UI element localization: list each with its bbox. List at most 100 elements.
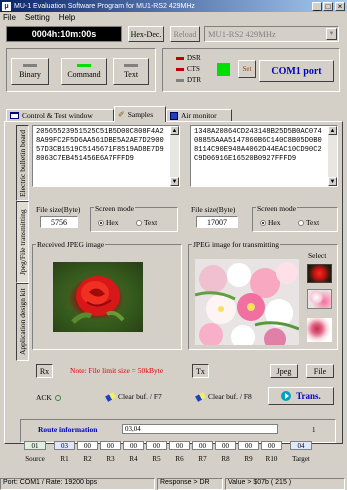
binary-label: Binary <box>19 70 41 79</box>
transmit-screen-mode-label: Screen mode <box>256 204 297 213</box>
cts-indicator: CTS <box>176 65 200 73</box>
clear-transmit-button[interactable]: Clear buf. / F8 <box>195 391 252 402</box>
relay-cell[interactable]: 00 <box>77 441 98 450</box>
ack-label: ACK <box>36 393 52 402</box>
scroll-up-icon[interactable]: ▲ <box>170 126 179 135</box>
status-bar: Port: COM1 / Rate: 19200 bps Response > … <box>0 478 347 490</box>
received-file-size-label: File size(Byte) <box>36 205 81 214</box>
source-cell[interactable]: 01 <box>24 441 46 450</box>
received-hex-radio[interactable]: Hex <box>98 218 119 227</box>
transmit-jpeg-image <box>195 259 299 345</box>
tx-button[interactable]: Tx <box>192 364 209 378</box>
text-led-icon <box>124 64 138 67</box>
relay-cell[interactable]: 00 <box>238 441 259 450</box>
jpeg-button[interactable]: Jpeg <box>270 364 298 378</box>
rx-button[interactable]: Rx <box>36 364 53 378</box>
menu-help[interactable]: Help <box>59 13 75 22</box>
side-tab-bulletin[interactable]: Electric bulletin board <box>16 125 29 201</box>
maximize-button[interactable]: □ <box>323 1 333 11</box>
transmit-file-size-label: File size(Byte) <box>191 205 236 214</box>
route-title: Route information <box>38 425 98 434</box>
transmit-scrollbar[interactable]: ▲ ▼ <box>328 126 337 186</box>
transmit-hex-text[interactable]: 1348A20864CD243148B25D5B0AC07408855AAA51… <box>190 125 338 187</box>
minimize-button[interactable]: _ <box>312 1 322 11</box>
scroll-down-icon[interactable]: ▼ <box>170 177 179 186</box>
menu-file[interactable]: File <box>3 13 16 22</box>
target-label: Target <box>292 455 310 463</box>
status-response: Response > DR <box>157 478 223 490</box>
scroll-up-icon[interactable]: ▲ <box>328 126 337 135</box>
clear-received-button[interactable]: Clear buf. / F7 <box>105 391 162 402</box>
samples-icon: ✐ <box>118 110 125 119</box>
status-port: Port: COM1 / Rate: 19200 bps <box>0 478 155 490</box>
close-button[interactable]: × <box>335 1 345 11</box>
tab-air-monitor-label: Air monitor <box>181 111 217 120</box>
relay-cell[interactable]: 00 <box>192 441 213 450</box>
file-button[interactable]: File <box>306 364 334 378</box>
relay-cell[interactable]: 03 <box>54 441 75 450</box>
set-button[interactable]: Set <box>238 60 256 78</box>
menu-setting[interactable]: Setting <box>25 13 50 22</box>
relay-label: R7 <box>198 455 207 463</box>
thumbnail-flowers[interactable] <box>307 289 332 309</box>
side-tab-jpeg[interactable]: Jpeg/File transmitting <box>16 201 29 283</box>
hex-dec-button[interactable]: Hex-Dec. <box>128 26 164 42</box>
ack-indicator: ACK <box>36 393 61 402</box>
file-limit-note: Note: File limit size = 50kByte <box>70 366 164 375</box>
relay-cell[interactable]: 00 <box>215 441 236 450</box>
transmit-text-radio[interactable]: Text <box>298 218 319 227</box>
relay-cell[interactable]: 00 <box>261 441 282 450</box>
scroll-down-icon[interactable]: ▼ <box>328 177 337 186</box>
menu-bar: File Setting Help <box>0 12 347 23</box>
thumbnail-blossoms[interactable] <box>307 318 332 342</box>
status-value: Value > $07b ( 215 ) <box>225 478 345 490</box>
transmit-hex-label: Hex <box>268 218 281 227</box>
relay-cell[interactable]: 00 <box>146 441 167 450</box>
source-label: Source <box>25 455 45 463</box>
dsr-led-icon <box>176 56 184 60</box>
route-count: 1 <box>312 426 316 434</box>
tab-samples[interactable]: ✐ Samples <box>114 106 166 122</box>
timer-text: 0004h:10m:00s <box>31 29 97 39</box>
received-screen-mode-label: Screen mode <box>94 204 135 213</box>
relay-cell[interactable]: 00 <box>169 441 190 450</box>
command-button[interactable]: Command <box>61 58 107 85</box>
dsr-label: DSR <box>187 54 201 62</box>
route-value: 03,04 <box>122 424 278 434</box>
eraser-icon <box>195 391 206 402</box>
dtr-led-icon <box>176 78 184 82</box>
relay-label: R9 <box>244 455 253 463</box>
dtr-indicator: DTR <box>176 76 201 84</box>
relay-label: R4 <box>129 455 138 463</box>
com-port-button[interactable]: COM1 port <box>259 60 334 82</box>
device-select[interactable]: MU1-RS2 429MHz ▼ <box>204 26 339 42</box>
play-icon <box>281 391 292 401</box>
relay-label: R2 <box>83 455 92 463</box>
chevron-down-icon[interactable]: ▼ <box>326 28 337 40</box>
target-cell[interactable]: 04 <box>290 441 312 450</box>
side-tab-appkit[interactable]: Application design kit <box>16 283 29 361</box>
received-text-radio[interactable]: Text <box>136 218 157 227</box>
binary-button[interactable]: Binary <box>11 58 49 85</box>
relay-cell[interactable]: 00 <box>123 441 144 450</box>
received-scrollbar[interactable]: ▲ ▼ <box>170 126 179 186</box>
thumbnail-rose[interactable] <box>307 264 332 283</box>
command-led-icon <box>77 64 91 67</box>
transmit-hex-radio[interactable]: Hex <box>260 218 281 227</box>
cts-label: CTS <box>187 65 200 73</box>
command-label: Command <box>67 70 101 79</box>
title-bar: μ MU-1 Evaluation Software Program for M… <box>0 0 347 12</box>
trans-button[interactable]: Trans. <box>268 387 334 405</box>
received-file-size-value: 5756 <box>40 216 78 228</box>
relay-label: R10 <box>265 455 278 463</box>
text-button[interactable]: Text <box>113 58 149 85</box>
transmit-file-size-value: 17007 <box>196 216 238 228</box>
relay-cell[interactable]: 00 <box>100 441 121 450</box>
reload-button[interactable]: Reload <box>170 26 200 42</box>
trans-label: Trans. <box>296 391 321 401</box>
radio-selected-icon <box>98 219 104 226</box>
received-hex-text[interactable]: 20565523951525C51B5D00C808F4A28A99FC2F5D… <box>32 125 180 187</box>
transmit-text-label: Text <box>306 218 320 227</box>
clear-received-label: Clear buf. / F7 <box>118 392 162 401</box>
route-labels: Source R1 R2 R3 R4 R5 R6 R7 R8 R9 R10 Ta… <box>24 455 334 464</box>
